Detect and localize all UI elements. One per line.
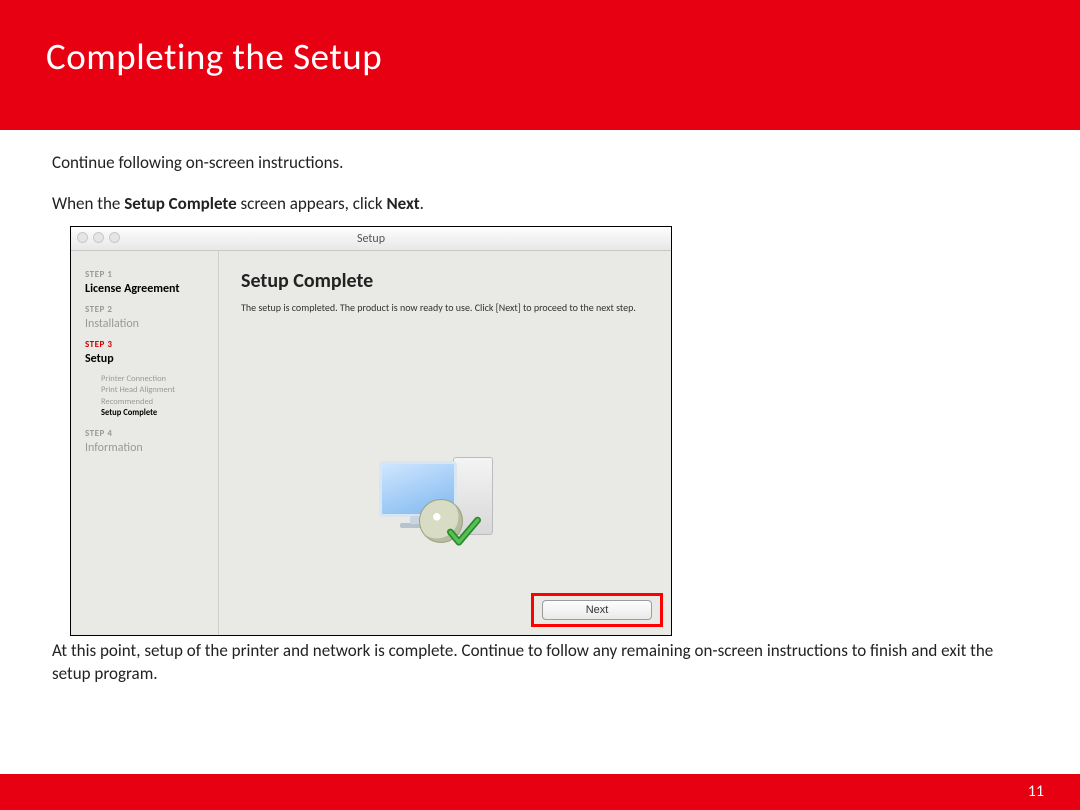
intro-text: When the (52, 193, 124, 214)
step-2-label: STEP 2 (85, 304, 210, 315)
zoom-icon[interactable] (109, 232, 120, 243)
window-title: Setup (357, 232, 385, 246)
minimize-icon[interactable] (93, 232, 104, 243)
intro-bold-next: Next (386, 193, 419, 214)
step-1-label: STEP 1 (85, 269, 210, 280)
substep-printer-connection: Printer Connection (101, 374, 210, 385)
page-number: 11 (1028, 782, 1044, 801)
step-4-label: STEP 4 (85, 428, 210, 439)
setup-heading: Setup Complete (241, 269, 651, 293)
step-3-name: Setup (85, 352, 210, 366)
page-footer: 11 (0, 774, 1080, 810)
step-3-label: STEP 3 (85, 339, 210, 350)
traffic-lights (77, 232, 120, 243)
setup-complete-illustration (375, 451, 515, 551)
window-body: STEP 1 License Agreement STEP 2 Installa… (71, 251, 671, 635)
intro-line-2: When the Setup Complete screen appears, … (52, 193, 1028, 216)
step-1-name: License Agreement (85, 282, 210, 296)
substep-setup-complete: Setup Complete (101, 408, 210, 419)
next-button[interactable]: Next (542, 600, 652, 620)
step-4-name: Information (85, 441, 210, 455)
window-titlebar: Setup (71, 227, 671, 251)
setup-sidebar: STEP 1 License Agreement STEP 2 Installa… (71, 251, 219, 635)
substep-print-head-alignment: Print Head Alignment Recommended (101, 385, 210, 408)
page-header: Completing the Setup (0, 0, 1080, 130)
setup-description: The setup is completed. The product is n… (241, 301, 641, 315)
after-text: At this point, setup of the printer and … (52, 640, 1012, 686)
screenshot-window: Setup STEP 1 License Agreement STEP 2 In… (70, 226, 672, 636)
page-content: Continue following on-screen instruction… (0, 130, 1080, 686)
close-icon[interactable] (77, 232, 88, 243)
intro-line-1: Continue following on-screen instruction… (52, 152, 1028, 175)
intro-text: screen appears, click (237, 193, 387, 214)
intro-bold-setup-complete: Setup Complete (124, 193, 236, 214)
intro-text: . (420, 193, 424, 214)
checkmark-icon (447, 515, 481, 549)
setup-main-pane: Setup Complete The setup is completed. T… (219, 251, 671, 635)
page-title: Completing the Setup (46, 34, 1034, 79)
next-button-highlight: Next (531, 593, 663, 627)
step-2-name: Installation (85, 317, 210, 331)
